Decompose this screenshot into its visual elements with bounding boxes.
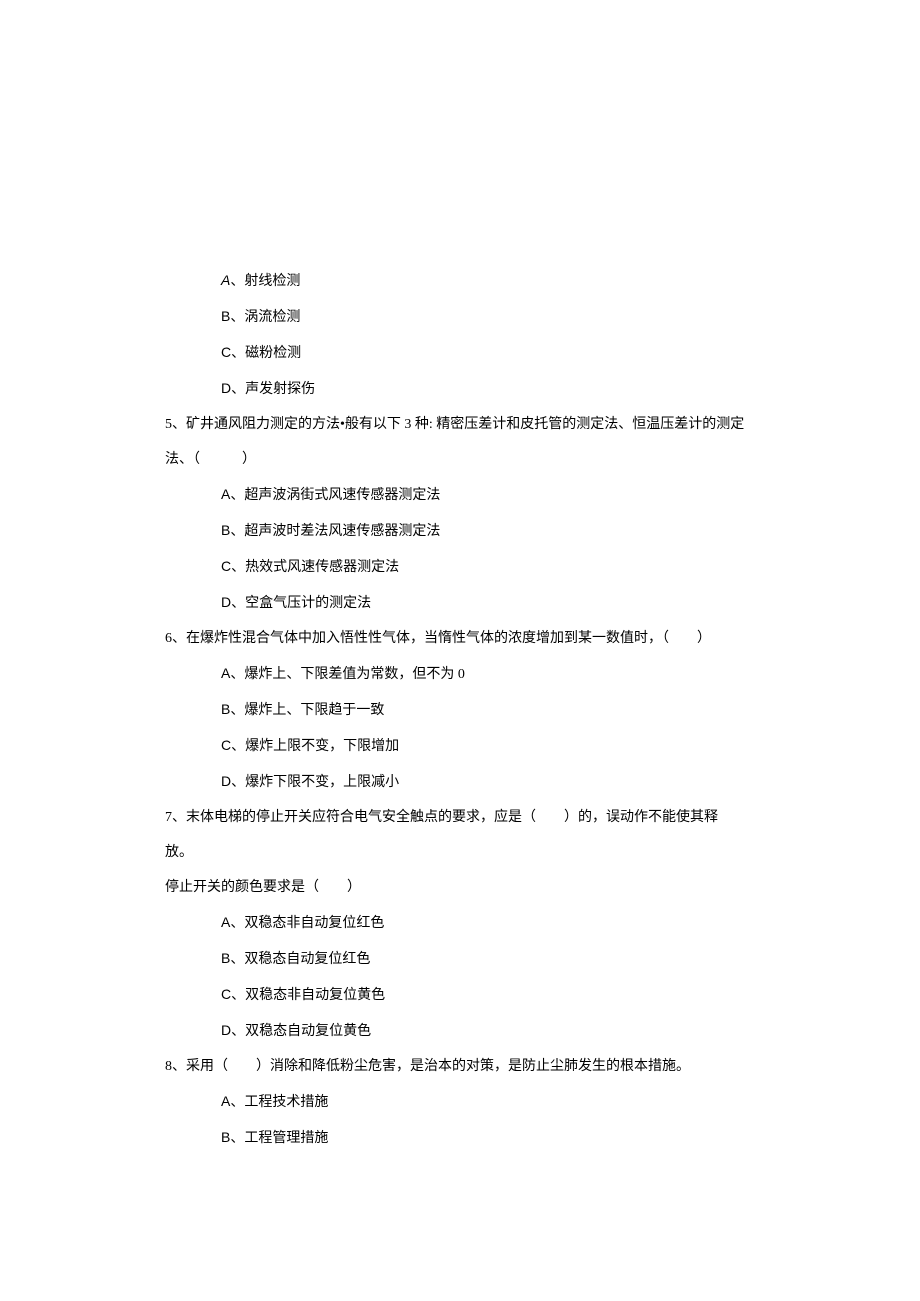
q6-option-a: A、爆炸上、下限差值为常数，但不为 0: [165, 663, 755, 685]
q5-option-d: D、空盒气压计的测定法: [165, 592, 755, 614]
option-letter: A: [221, 665, 230, 681]
option-letter: A: [221, 1093, 230, 1109]
q7-option-b: B、双稳态自动复位红色: [165, 948, 755, 970]
option-letter: B: [221, 308, 230, 324]
option-text: 、超声波时差法风速传感器测定法: [230, 524, 440, 539]
q6-option-d: D、爆炸下限不变，上限减小: [165, 771, 755, 793]
q7-stem-continued: 放。: [165, 842, 755, 863]
option-text: 、双稳态非自动复位黄色: [231, 988, 385, 1003]
option-letter: D: [221, 1022, 231, 1038]
q6-option-c: C、爆炸上限不变，下限增加: [165, 735, 755, 757]
option-text: 、磁粉检测: [231, 346, 301, 361]
q4-option-d: D、声发射探伤: [165, 378, 755, 400]
option-letter: D: [221, 773, 231, 789]
q5-stem-continued: 法、（ ）: [165, 449, 755, 470]
option-text: 、涡流检测: [230, 310, 300, 325]
option-letter: C: [221, 344, 231, 360]
q8-stem: 8、采用（ ）消除和降低粉尘危害，是治本的对策，是防止尘肺发生的根本措施。: [165, 1056, 755, 1077]
option-text: 、超声波涡街式风速传感器测定法: [230, 488, 440, 503]
q4-option-a: A、射线检测: [165, 270, 755, 292]
option-letter: D: [221, 594, 231, 610]
option-text: 、双稳态非自动复位红色: [230, 916, 384, 931]
option-letter: B: [221, 950, 230, 966]
q8-option-a: A、工程技术措施: [165, 1091, 755, 1113]
q8-option-b: B、工程管理措施: [165, 1127, 755, 1149]
option-text: 、声发射探伤: [231, 382, 315, 397]
q7-option-d: D、双稳态自动复位黄色: [165, 1020, 755, 1042]
document-page: A、射线检测 B、涡流检测 C、磁粉检测 D、声发射探伤 5、矿井通风阻力测定的…: [0, 0, 920, 1301]
option-text: 、工程技术措施: [230, 1095, 328, 1110]
option-letter: A: [221, 914, 230, 930]
option-text: 、爆炸上、下限差值为常数，但不为 0: [230, 667, 465, 682]
q7-extra: 停止开关的颜色要求是（ ）: [165, 877, 755, 898]
q6-option-b: B、爆炸上、下限趋于一致: [165, 699, 755, 721]
option-letter: C: [221, 986, 231, 1002]
q5-option-b: B、超声波时差法风速传感器测定法: [165, 520, 755, 542]
q7-option-a: A、双稳态非自动复位红色: [165, 912, 755, 934]
option-text: 、双稳态自动复位黄色: [231, 1024, 371, 1039]
q5-option-a: A、超声波涡街式风速传感器测定法: [165, 484, 755, 506]
option-letter: B: [221, 1129, 230, 1145]
option-letter: A: [221, 272, 230, 288]
option-letter: B: [221, 701, 230, 717]
q6-stem: 6、在爆炸性混合气体中加入悟性性气体，当惰性气体的浓度增加到某一数值时，（ ）: [165, 628, 755, 649]
option-text: 、双稳态自动复位红色: [230, 952, 370, 967]
option-text: 、工程管理措施: [230, 1131, 328, 1146]
option-text: 、爆炸下限不变，上限减小: [231, 775, 399, 790]
option-letter: D: [221, 380, 231, 396]
option-text: 、热效式风速传感器测定法: [231, 560, 399, 575]
option-letter: C: [221, 737, 231, 753]
q4-option-c: C、磁粉检测: [165, 342, 755, 364]
q7-option-c: C、双稳态非自动复位黄色: [165, 984, 755, 1006]
option-text: 、空盒气压计的测定法: [231, 596, 371, 611]
option-letter: A: [221, 486, 230, 502]
q4-option-b: B、涡流检测: [165, 306, 755, 328]
option-letter: B: [221, 522, 230, 538]
option-text: 、射线检测: [230, 274, 300, 289]
option-text: 、爆炸上、下限趋于一致: [230, 703, 384, 718]
option-letter: C: [221, 558, 231, 574]
option-text: 、爆炸上限不变，下限增加: [231, 739, 399, 754]
q5-stem: 5、矿井通风阻力测定的方法•般有以下 3 种: 精密压差计和皮托管的测定法、恒温…: [165, 414, 755, 435]
q5-option-c: C、热效式风速传感器测定法: [165, 556, 755, 578]
q7-stem: 7、末体电梯的停止开关应符合电气安全触点的要求，应是（ ）的，误动作不能使其释: [165, 807, 755, 828]
